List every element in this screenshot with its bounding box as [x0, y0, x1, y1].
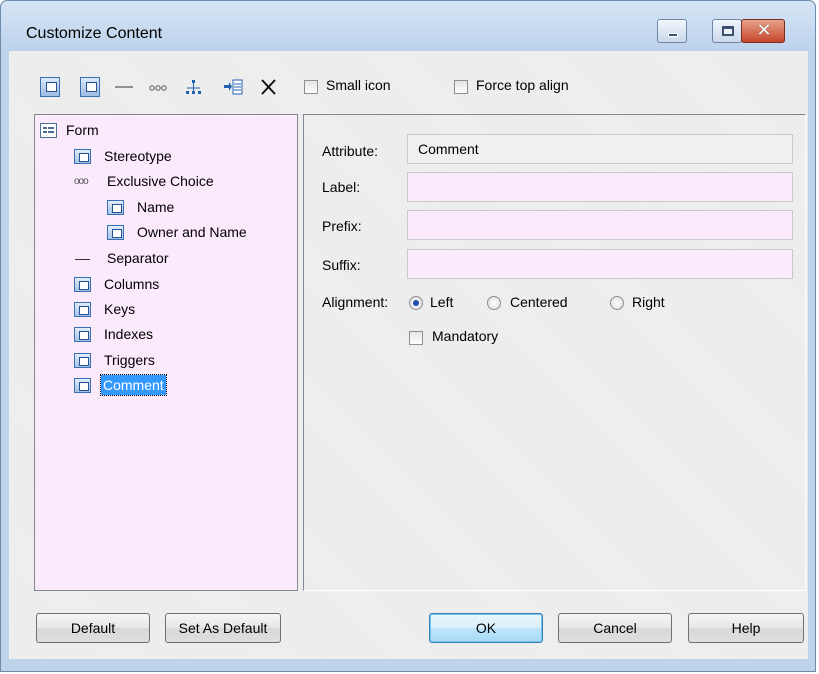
ok-button[interactable]: OK: [429, 613, 543, 643]
tree-item-label: Exclusive Choice: [107, 173, 214, 189]
alignment-right-label: Right: [632, 294, 665, 310]
small-icon-checkbox[interactable]: [304, 80, 318, 94]
minimize-button[interactable]: [657, 19, 687, 43]
delete-icon[interactable]: [258, 77, 278, 97]
add-collection-icon[interactable]: [80, 77, 100, 97]
element-icon: [107, 225, 124, 240]
element-icon: [74, 378, 91, 393]
prefix-label: Prefix:: [322, 218, 362, 234]
add-exclusive-choice-icon[interactable]: [148, 77, 168, 97]
suffix-input[interactable]: [407, 249, 793, 279]
title-bar: Customize Content ✕: [1, 1, 815, 51]
tree-item-label: Name: [137, 199, 175, 215]
minimize-icon: [668, 33, 678, 37]
add-attribute-icon[interactable]: [40, 77, 60, 97]
close-button[interactable]: ✕: [741, 19, 785, 43]
add-separator-icon[interactable]: [113, 77, 133, 97]
help-button[interactable]: Help: [688, 613, 804, 643]
force-top-align-label: Force top align: [476, 77, 569, 93]
attribute-label: Attribute:: [322, 143, 379, 159]
element-icon: [74, 149, 91, 164]
element-icon: [74, 353, 91, 368]
alignment-centered-radio[interactable]: [487, 296, 501, 310]
suffix-label: Suffix:: [322, 257, 361, 273]
mandatory-label: Mandatory: [432, 328, 499, 344]
maximize-button[interactable]: [712, 19, 742, 43]
element-icon: [74, 302, 91, 317]
tree-item-label: Stereotype: [104, 148, 172, 164]
element-icon: [74, 327, 91, 342]
tree-item-label: Separator: [107, 250, 169, 266]
force-top-align-checkbox[interactable]: [454, 80, 468, 94]
tree-item-label: Columns: [104, 276, 160, 292]
alignment-left-radio[interactable]: [409, 296, 423, 310]
prefix-input[interactable]: [407, 210, 793, 240]
label-input[interactable]: [407, 172, 793, 202]
add-standard-choice-icon[interactable]: [183, 77, 203, 97]
element-icon: [107, 200, 124, 215]
tree-item-label: Owner and Name: [137, 224, 247, 240]
alignment-centered-label: Centered: [510, 294, 568, 310]
tree-item-label: Comment: [100, 374, 167, 396]
tree-item-label: Keys: [104, 301, 136, 317]
insert-item-icon[interactable]: [222, 77, 243, 97]
maximize-icon: [722, 26, 734, 36]
separator-icon: [74, 251, 91, 266]
close-icon: ✕: [756, 20, 772, 41]
set-as-default-button[interactable]: Set As Default: [165, 613, 281, 643]
tree-item-label: Indexes: [104, 326, 154, 342]
tree-item-label: Form: [66, 122, 99, 138]
label-label: Label:: [322, 179, 361, 195]
alignment-label: Alignment:: [322, 294, 389, 310]
mandatory-checkbox[interactable]: [409, 331, 423, 345]
window-title: Customize Content: [26, 25, 163, 42]
alignment-left-label: Left: [430, 294, 454, 310]
element-icon: [74, 277, 91, 292]
form-icon: [40, 123, 57, 138]
small-icon-label: Small icon: [326, 77, 391, 93]
cancel-button[interactable]: Cancel: [558, 613, 672, 643]
attribute-field: Comment: [407, 134, 793, 164]
choice-icon: ooo: [74, 176, 89, 187]
alignment-right-radio[interactable]: [610, 296, 624, 310]
default-button[interactable]: Default: [36, 613, 150, 643]
tree-item-label: Triggers: [104, 352, 155, 368]
